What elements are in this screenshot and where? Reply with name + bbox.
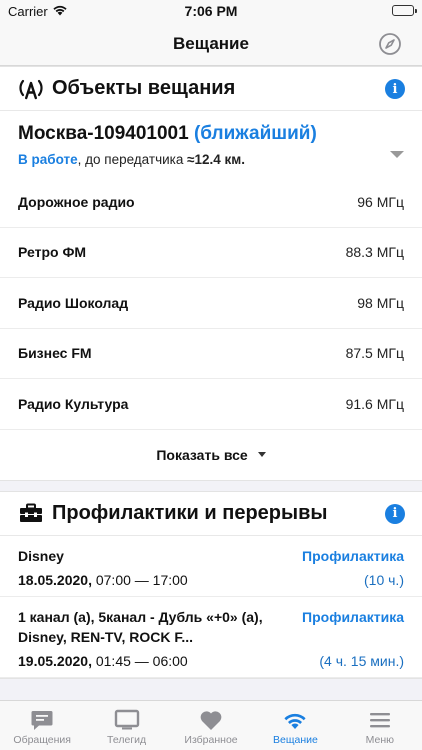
maintenance-duration: (10 ч.)	[364, 571, 404, 588]
chat-icon	[29, 708, 55, 732]
broadcast-objects-header: Объекты вещания i	[0, 67, 422, 111]
radio-name: Дорожное радио	[18, 193, 135, 210]
tab-label: Избранное	[184, 734, 238, 746]
toolbox-icon	[18, 502, 44, 524]
radio-frequency: 98 МГц	[357, 294, 404, 311]
heart-icon	[198, 708, 224, 732]
radio-name: Бизнес FM	[18, 345, 92, 362]
tab-favorites[interactable]: Избранное	[169, 701, 253, 750]
tab-bar: Обращения Телегид Избранное Вещание Меню	[0, 700, 422, 750]
compass-icon[interactable]	[378, 32, 402, 56]
radio-frequency: 87.5 МГц	[345, 345, 404, 362]
frequency-row: Дорожное радио 96 МГц	[0, 177, 422, 228]
maintenance-type: Профилактика	[302, 547, 404, 564]
maintenance-title: Профилактики и перерывы	[52, 501, 328, 524]
station-nearest-label: (ближайший)	[193, 123, 317, 144]
radio-frequency: 91.6 МГц	[345, 395, 404, 412]
maintenance-item[interactable]: 1 канал (а), 5канал - Дубль «+0» (а), Di…	[0, 597, 422, 678]
station-selector[interactable]: Москва-109401001 (ближайший) В работе, д…	[0, 111, 422, 177]
maintenance-duration: (4 ч. 15 мин.)	[319, 652, 404, 669]
info-icon[interactable]: i	[385, 79, 405, 99]
radio-frequency: 96 МГц	[357, 193, 404, 210]
frequency-row: Радио Культура 91.6 МГц	[0, 379, 422, 430]
maintenance-channels: 1 канал (а), 5канал - Дубль «+0» (а), Di…	[18, 608, 263, 645]
broadcast-objects-card: Объекты вещания i Москва-109401001 (ближ…	[0, 66, 422, 481]
frequency-row: Ретро ФМ 88.3 МГц	[0, 228, 422, 278]
chevron-down-icon[interactable]	[390, 151, 404, 158]
info-icon[interactable]: i	[385, 503, 405, 524]
menu-icon	[367, 708, 393, 732]
station-status-line: В работе, до передатчика ≈12.4 км.	[18, 152, 404, 167]
battery-icon	[392, 5, 417, 16]
maintenance-when: 19.05.2020, 01:45 — 06:00	[18, 653, 188, 669]
maintenance-time: 07:00 — 17:00	[91, 571, 188, 588]
station-id: Москва-109401001	[18, 123, 189, 144]
wifi-icon	[282, 708, 308, 732]
tab-menu[interactable]: Меню	[338, 701, 422, 750]
navigation-bar: Вещание	[0, 22, 422, 66]
maintenance-date: 18.05.2020,	[18, 571, 92, 588]
radio-frequency: 88.3 МГц	[345, 244, 404, 261]
broadcast-objects-title: Объекты вещания	[52, 77, 236, 99]
maintenance-when: 18.05.2020, 07:00 — 17:00	[18, 572, 188, 588]
station-name: Москва-109401001 (ближайший)	[18, 123, 404, 145]
clock: 7:06 PM	[184, 3, 238, 19]
maintenance-date: 19.05.2020,	[18, 652, 92, 669]
station-distance: ≈12.4 км.	[187, 152, 246, 167]
tab-broadcast[interactable]: Вещание	[253, 701, 337, 750]
tab-label: Телегид	[107, 734, 147, 746]
radio-name: Радио Шоколад	[18, 294, 129, 311]
status-bar: Carrier 7:06 PM	[0, 0, 422, 22]
radio-name: Радио Культура	[18, 395, 129, 412]
tab-appeals[interactable]: Обращения	[0, 701, 84, 750]
maintenance-header: Профилактики и перерывы i	[0, 492, 422, 536]
tab-tv-guide[interactable]: Телегид	[84, 701, 168, 750]
show-all-button[interactable]: Показать все	[0, 430, 422, 480]
caret-down-icon	[257, 452, 266, 457]
tab-label: Обращения	[13, 734, 71, 746]
maintenance-type: Профилактика	[302, 608, 404, 625]
page-title: Вещание	[173, 34, 249, 53]
show-all-label: Показать все	[156, 446, 248, 463]
tab-label: Меню	[365, 734, 395, 746]
content-scroll[interactable]: Объекты вещания i Москва-109401001 (ближ…	[0, 66, 422, 700]
distance-prefix: , до передатчика	[77, 152, 188, 167]
maintenance-channels: Disney	[18, 547, 64, 564]
maintenance-card: Профилактики и перерывы i Disney Профила…	[0, 490, 422, 679]
frequency-row: Бизнес FM 87.5 МГц	[0, 329, 422, 379]
antenna-icon	[18, 78, 44, 100]
tab-label: Вещание	[273, 734, 318, 746]
frequency-row: Радио Шоколад 98 МГц	[0, 278, 422, 329]
tv-icon	[114, 708, 140, 732]
station-status: В работе	[18, 152, 78, 167]
maintenance-time: 01:45 — 06:00	[91, 652, 188, 669]
maintenance-item[interactable]: Disney Профилактика 18.05.2020, 07:00 — …	[0, 536, 422, 597]
radio-name: Ретро ФМ	[18, 244, 87, 261]
